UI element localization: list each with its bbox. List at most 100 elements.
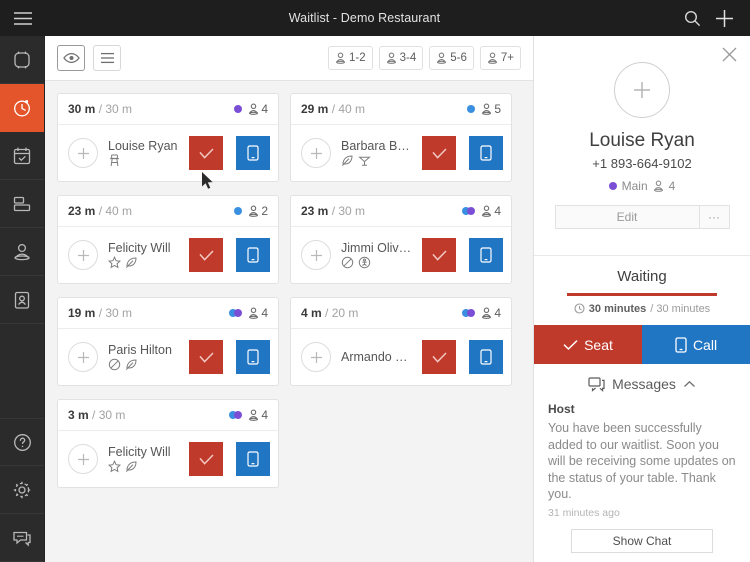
close-icon[interactable] <box>721 46 738 63</box>
cocktail-table-icon <box>358 154 371 167</box>
sidebar-item-reservations[interactable] <box>0 132 44 180</box>
seat-button[interactable] <box>422 340 456 374</box>
message-item: Host You have been successfully added to… <box>534 398 750 519</box>
call-button[interactable] <box>236 442 270 476</box>
area-dot <box>608 182 617 190</box>
waitlist-card[interactable]: 19 m / 30 m 4 Paris Hilton <box>57 297 279 386</box>
guest-name: Armando Tucke <box>341 350 412 364</box>
filter-chip-3-4[interactable]: 3-4 <box>378 46 424 70</box>
sidebar-item-chat[interactable] <box>0 514 44 562</box>
assign-table-button[interactable] <box>68 444 98 474</box>
show-chat-button[interactable]: Show Chat <box>571 528 713 553</box>
assign-table-button[interactable] <box>301 138 331 168</box>
call-button[interactable] <box>469 238 503 272</box>
highchair-icon <box>108 154 121 167</box>
phone-icon <box>675 337 687 353</box>
status-dot <box>234 411 243 419</box>
layout-icon <box>11 193 33 215</box>
seat-button[interactable] <box>189 238 223 272</box>
hamburger-icon <box>13 11 33 26</box>
guest-summary: Louise Ryan +1 893-664-9102 Main 4 Edit … <box>534 36 750 241</box>
seat-button[interactable] <box>189 340 223 374</box>
sidebar-item-guestbook[interactable] <box>0 276 44 324</box>
seat-label: Seat <box>584 336 613 353</box>
filter-chip-5-6[interactable]: 5-6 <box>429 46 474 70</box>
waitlist-card[interactable]: 23 m / 30 m 4 Jimmi Olivier <box>290 195 512 284</box>
filter-chip-label: 1-2 <box>349 52 366 64</box>
filter-chip-1-2[interactable]: 1-2 <box>328 46 373 70</box>
person-icon <box>481 103 492 115</box>
person-icon <box>335 52 346 64</box>
waitlist-card-grid: 30 m / 30 m 4 Louise Ryan 29 m / 40 m 5 Barba… <box>45 81 533 562</box>
sidebar-item-waitlist[interactable] <box>0 84 44 132</box>
waitlist-main: 1-2 3-4 5-6 7+ 30 m / 30 m 4 Louise Ryan… <box>45 36 533 562</box>
sidebar-item-host[interactable] <box>0 228 44 276</box>
waitlist-card[interactable]: 3 m / 30 m 4 Felicity Will <box>57 399 279 488</box>
plus-icon[interactable] <box>715 9 734 28</box>
call-button[interactable] <box>236 340 270 374</box>
edit-button[interactable]: Edit <box>554 205 700 229</box>
no-entry-icon <box>108 358 121 371</box>
card-body: Jimmi Olivier <box>291 227 511 283</box>
guest-name: Barbara Biebe <box>341 139 412 153</box>
waitlist-card[interactable]: 23 m / 40 m 2 Felicity Will <box>57 195 279 284</box>
avatar[interactable] <box>614 62 670 118</box>
call-button[interactable]: Call <box>642 324 750 365</box>
seat-button[interactable]: Seat <box>534 324 642 365</box>
call-button[interactable] <box>469 136 503 170</box>
wait-quoted: / 30 m <box>98 306 133 320</box>
card-body: Felicity Will <box>58 431 278 487</box>
status-title: Waiting <box>617 267 667 285</box>
menu-button[interactable] <box>0 11 45 26</box>
waitlist-card[interactable]: 4 m / 20 m 4 Armando Tucke <box>290 297 512 386</box>
filter-chip-7-plus[interactable]: 7+ <box>479 46 521 70</box>
leaf-icon <box>125 460 138 473</box>
guest-name: Paris Hilton <box>108 343 172 357</box>
messages-header[interactable]: Messages <box>534 364 750 398</box>
app-body: 1-2 3-4 5-6 7+ 30 m / 30 m 4 Louise Ryan… <box>0 36 750 562</box>
waitlist-card[interactable]: 29 m / 40 m 5 Barbara Biebe <box>290 93 512 182</box>
seat-button[interactable] <box>189 136 223 170</box>
card-header: 4 m / 20 m 4 <box>291 298 511 329</box>
sidebar-item-tables[interactable] <box>0 36 44 84</box>
card-body: Paris Hilton <box>58 329 278 385</box>
status-time: 30 minutes / 30 minutes <box>574 303 710 315</box>
top-bar-actions <box>684 9 750 28</box>
assign-table-button[interactable] <box>301 240 331 270</box>
person-icon <box>248 307 259 319</box>
waitlist-card[interactable]: 30 m / 30 m 4 Louise Ryan <box>57 93 279 182</box>
chat-icon <box>11 528 33 548</box>
assign-table-button[interactable] <box>68 240 98 270</box>
assign-table-button[interactable] <box>68 342 98 372</box>
waitlist-app: Waitlist - Demo Restaurant 1-2 3-4 5-6 7… <box>0 0 750 562</box>
list-view-button[interactable] <box>93 45 121 71</box>
person-icon <box>248 409 259 421</box>
seat-button[interactable] <box>422 136 456 170</box>
guest-edit-row: Edit ··· <box>554 205 730 229</box>
sidebar-item-settings[interactable] <box>0 466 44 514</box>
card-body: Louise Ryan <box>58 125 278 181</box>
assign-table-button[interactable] <box>301 342 331 372</box>
call-button[interactable] <box>469 340 503 374</box>
party-size-value: 2 <box>261 204 268 218</box>
call-button[interactable] <box>236 136 270 170</box>
seat-button[interactable] <box>422 238 456 272</box>
guest-tags <box>341 154 412 167</box>
contacts-icon <box>11 289 33 311</box>
status-dots <box>234 207 243 215</box>
wait-quoted: / 30 m <box>92 408 126 422</box>
card-header: 29 m / 40 m 5 <box>291 94 511 125</box>
assign-table-button[interactable] <box>68 138 98 168</box>
call-button[interactable] <box>236 238 270 272</box>
sidebar-item-help[interactable] <box>0 418 44 466</box>
page-title: Waitlist - Demo Restaurant <box>288 11 441 25</box>
star-icon <box>108 256 121 269</box>
view-toggle-button[interactable] <box>57 45 85 71</box>
seat-button[interactable] <box>189 442 223 476</box>
status-dots <box>462 309 476 317</box>
messages-title: Messages <box>612 376 676 393</box>
search-icon[interactable] <box>684 10 701 27</box>
more-options-button[interactable]: ··· <box>699 205 730 229</box>
sidebar-item-floorplan[interactable] <box>0 180 44 228</box>
filter-chip-label: 3-4 <box>399 52 417 64</box>
